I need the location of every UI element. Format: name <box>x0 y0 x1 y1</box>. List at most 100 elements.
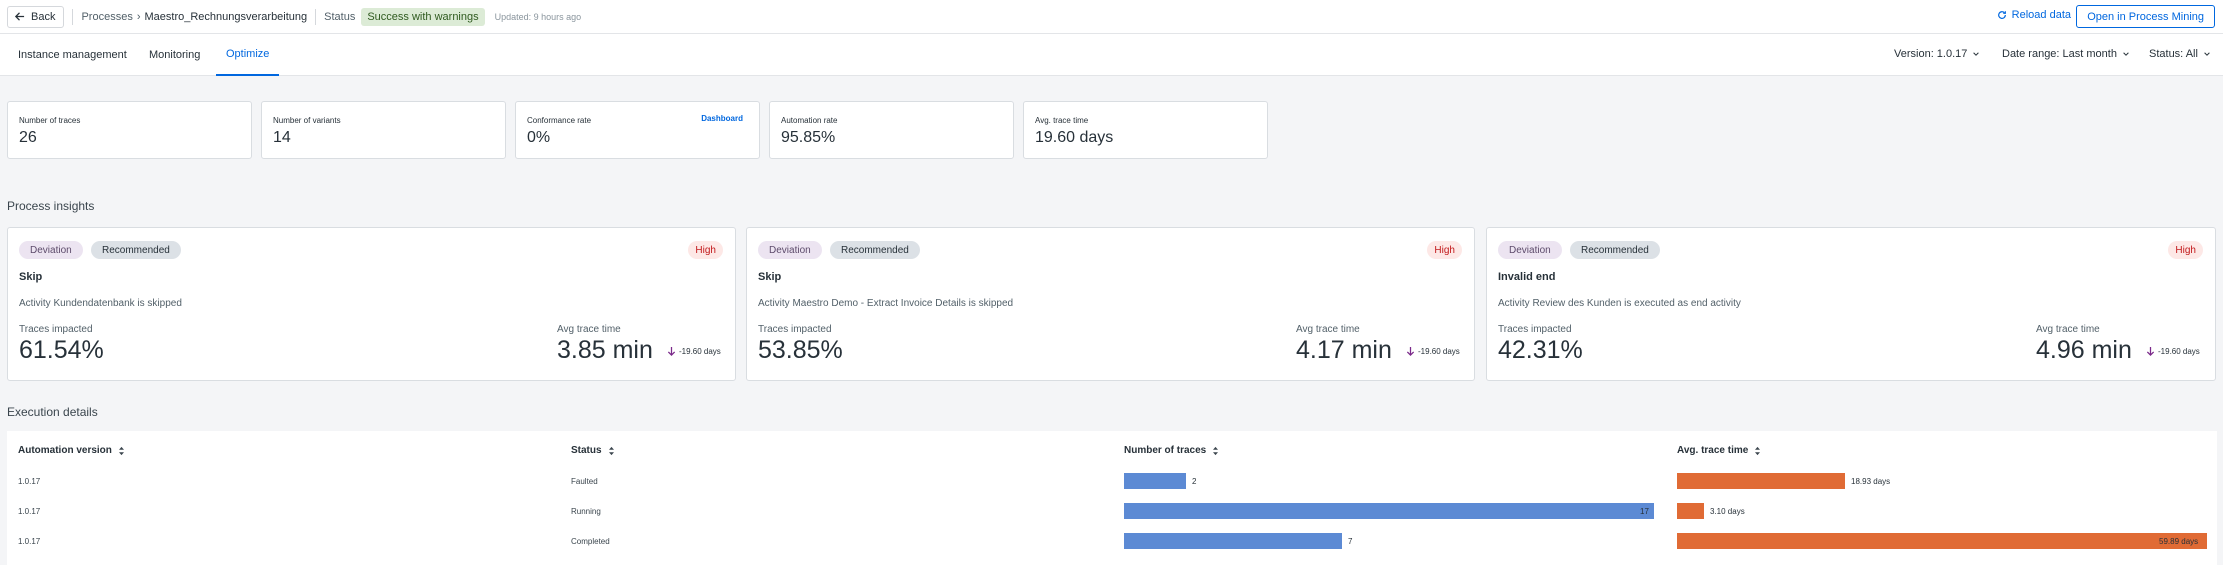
column-header-status[interactable]: Status <box>571 445 615 456</box>
version-filter[interactable]: Version: 1.0.17 <box>1894 48 1980 60</box>
avg-time-bar-label: 59.89 days <box>2159 537 2199 546</box>
version-filter-label: Version: 1.0.17 <box>1894 48 1968 60</box>
tab-instance-management[interactable]: Instance management <box>8 34 137 76</box>
avg-time-bar <box>1677 503 1704 519</box>
back-label: Back <box>31 10 56 23</box>
refresh-icon <box>1997 11 2006 19</box>
traces-bar <box>1124 503 1654 519</box>
sort-icon <box>1755 446 1761 455</box>
avg-trace-time-value: 4.96 min <box>2036 336 2132 364</box>
column-header-label: Automation version <box>18 445 112 456</box>
severity-badge: High <box>1427 241 1462 259</box>
avg-time-bar <box>1677 533 2207 549</box>
kpi-value: 14 <box>273 129 291 146</box>
recommended-tag: Recommended <box>91 241 181 259</box>
back-button[interactable]: Back <box>7 5 65 28</box>
kpi-avg-trace-time: Avg. trace time 19.60 days <box>1023 101 1268 159</box>
tab-optimize[interactable]: Optimize <box>216 34 280 76</box>
insight-card[interactable]: Deviation Recommended High Invalid end A… <box>1486 227 2216 381</box>
reload-data-button[interactable]: Reload data <box>1997 9 2071 21</box>
kpi-label: Avg. trace time <box>1035 116 1089 125</box>
sort-icon <box>118 446 124 455</box>
column-header-automation-version[interactable]: Automation version <box>18 445 125 456</box>
table-row[interactable]: 1.0.17 Faulted 2 18.93 days <box>7 466 2217 496</box>
avg-time-bar-label: 18.93 days <box>1851 477 1891 486</box>
severity-badge: High <box>2168 241 2203 259</box>
traces-impacted-label: Traces impacted <box>1498 324 1572 335</box>
insight-card[interactable]: Deviation Recommended High Skip Activity… <box>7 227 736 381</box>
traces-impacted-value: 53.85% <box>758 336 843 364</box>
traces-impacted-label: Traces impacted <box>758 324 832 335</box>
recommended-tag: Recommended <box>1570 241 1660 259</box>
breadcrumb: Processes › Maestro_Rechnungsverarbeitun… <box>81 11 307 23</box>
delta-indicator: -19.60 days <box>1406 346 1460 357</box>
traces-impacted-value: 61.54% <box>19 336 104 364</box>
avg-trace-time-label: Avg trace time <box>2036 324 2100 335</box>
insight-description: Activity Review des Kunden is executed a… <box>1498 298 1741 309</box>
cell-status: Running <box>571 507 601 516</box>
column-header-label: Avg. trace time <box>1677 445 1749 456</box>
traces-impacted-label: Traces impacted <box>19 324 93 335</box>
arrow-down-icon <box>2146 347 2155 356</box>
divider <box>315 8 317 25</box>
avg-trace-time-label: Avg trace time <box>1296 324 1360 335</box>
insight-card[interactable]: Deviation Recommended High Skip Activity… <box>746 227 1475 381</box>
arrow-down-icon <box>667 347 676 356</box>
deviation-tag: Deviation <box>758 241 822 259</box>
sort-icon <box>608 446 614 455</box>
delta-value: -19.60 days <box>2158 347 2200 356</box>
date-range-filter[interactable]: Date range: Last month <box>2002 48 2130 60</box>
column-header-avg-trace-time[interactable]: Avg. trace time <box>1677 445 1761 456</box>
open-in-process-mining-button[interactable]: Open in Process Mining <box>2076 5 2215 28</box>
arrow-left-icon <box>14 12 25 21</box>
status-filter-label: Status: All <box>2149 48 2198 60</box>
avg-time-bar-label: 3.10 days <box>1710 507 1745 516</box>
kpi-value: 95.85% <box>781 129 836 146</box>
divider <box>72 8 74 25</box>
kpi-number-of-variants: Number of variants 14 <box>261 101 506 159</box>
cell-version: 1.0.17 <box>18 477 41 486</box>
insight-name: Invalid end <box>1498 271 1556 283</box>
column-header-label: Number of traces <box>1124 445 1207 456</box>
table-row[interactable]: 1.0.17 Completed 7 59.89 days <box>7 526 2217 556</box>
traces-bar-label: 17 <box>1640 507 1649 516</box>
kpi-label: Number of traces <box>19 116 81 125</box>
cell-version: 1.0.17 <box>18 507 41 516</box>
kpi-value: 19.60 days <box>1035 129 1114 146</box>
tab-bar: Instance management Monitoring Optimize … <box>0 34 2223 76</box>
status-filter[interactable]: Status: All <box>2149 48 2211 60</box>
severity-badge: High <box>688 241 723 259</box>
breadcrumb-processes[interactable]: Processes <box>81 11 132 23</box>
delta-indicator: -19.60 days <box>2146 346 2200 357</box>
deviation-tag: Deviation <box>1498 241 1562 259</box>
insight-description: Activity Kundendatenbank is skipped <box>19 298 182 309</box>
date-range-filter-label: Date range: Last month <box>2002 48 2117 60</box>
process-insights-title: Process insights <box>7 199 95 213</box>
sort-icon <box>1213 446 1219 455</box>
traces-bar <box>1124 533 1342 549</box>
tab-monitoring[interactable]: Monitoring <box>139 34 210 76</box>
recommended-tag: Recommended <box>830 241 920 259</box>
avg-trace-time-value: 3.85 min <box>557 336 653 364</box>
traces-bar <box>1124 473 1186 489</box>
execution-table: Automation version Status Number of trac… <box>7 431 2217 565</box>
column-header-label: Status <box>571 445 602 456</box>
table-row[interactable]: 1.0.17 Running 17 3.10 days <box>7 496 2217 526</box>
avg-trace-time-label: Avg trace time <box>557 324 621 335</box>
reload-label: Reload data <box>2011 9 2071 21</box>
deviation-tag: Deviation <box>19 241 83 259</box>
arrow-down-icon <box>1406 347 1415 356</box>
insight-name: Skip <box>19 271 43 283</box>
kpi-number-of-traces: Number of traces 26 <box>7 101 252 159</box>
insight-description: Activity Maestro Demo - Extract Invoice … <box>758 298 1014 309</box>
delta-value: -19.60 days <box>679 347 721 356</box>
dashboard-link[interactable]: Dashboard <box>701 114 743 123</box>
traces-bar-label: 2 <box>1192 477 1197 486</box>
chevron-down-icon <box>1973 52 1980 56</box>
kpi-label: Automation rate <box>781 116 838 125</box>
kpi-conformance-rate: Conformance rate 0% Dashboard <box>515 101 760 159</box>
updated-timestamp: Updated: 9 hours ago <box>494 11 582 22</box>
traces-bar-label: 7 <box>1348 537 1353 546</box>
column-header-number-of-traces[interactable]: Number of traces <box>1124 445 1219 456</box>
kpi-label: Conformance rate <box>527 116 592 125</box>
